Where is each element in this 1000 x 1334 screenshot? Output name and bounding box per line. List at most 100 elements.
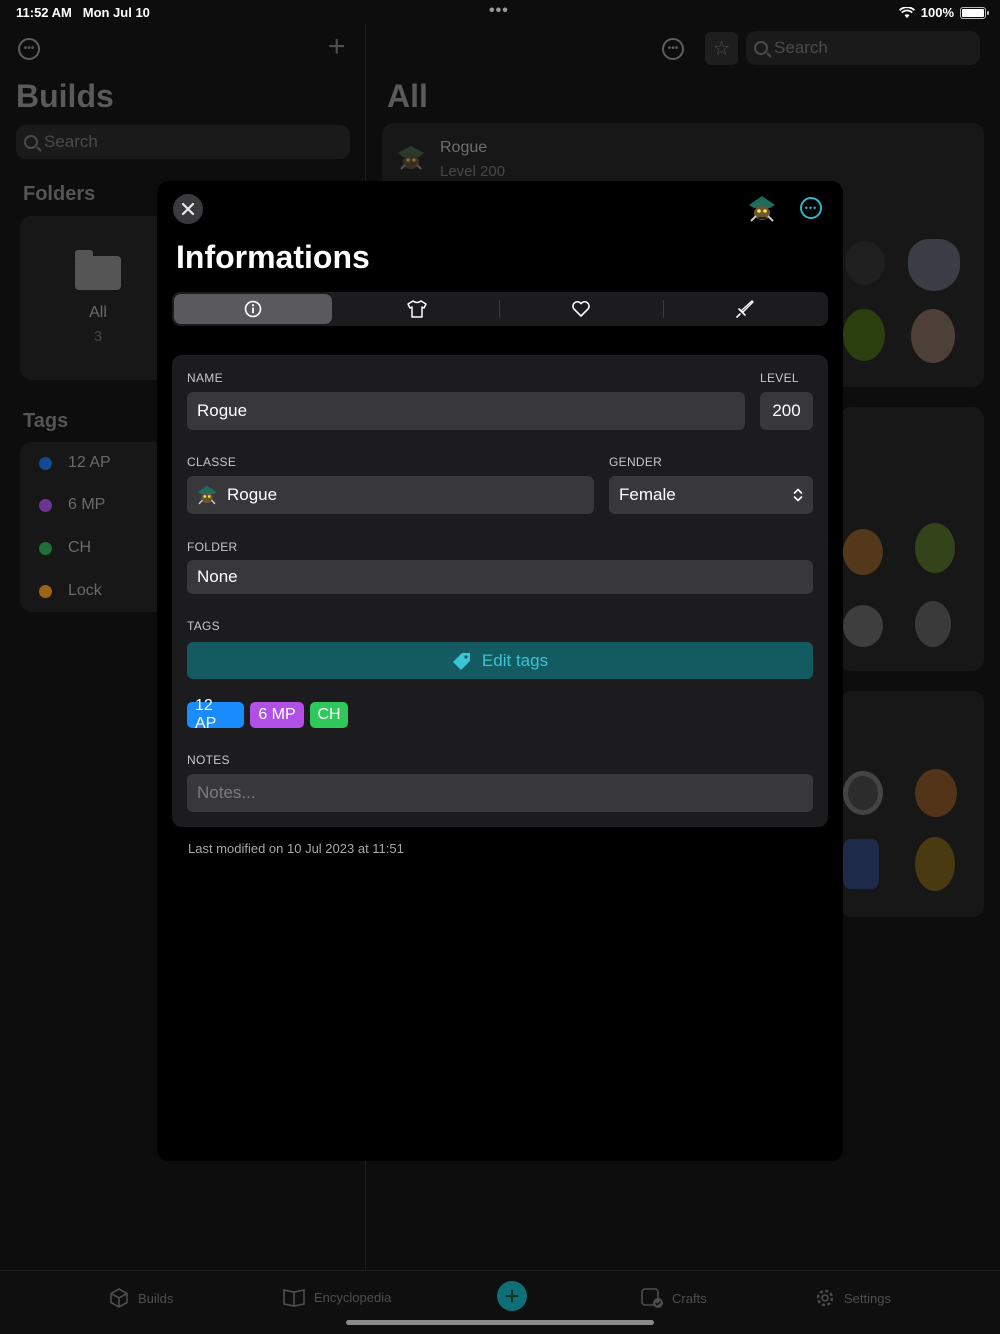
up-down-chevron-icon: [793, 488, 803, 502]
sidebar-more-icon[interactable]: •••: [18, 38, 40, 60]
item-icon: [843, 839, 879, 889]
heart-icon: [572, 301, 590, 317]
wifi-icon: [898, 6, 915, 18]
build-level: Level 200: [440, 163, 506, 180]
gender-select[interactable]: Female: [609, 476, 813, 514]
status-bar: 11:52 AM Mon Jul 10 ••• 100%: [0, 0, 1000, 24]
tag-label: 12 AP: [68, 454, 111, 471]
sheet-title: Informations: [176, 239, 370, 275]
tag-dot: [39, 584, 52, 598]
notes-placeholder: Notes...: [197, 783, 256, 802]
gender-value: Female: [619, 485, 676, 504]
tag-label: CH: [68, 539, 92, 556]
folders-title: Folders: [23, 183, 96, 205]
tab-weapons[interactable]: [666, 294, 824, 324]
item-icon: [843, 605, 883, 647]
tag-chip-ch[interactable]: CH: [310, 702, 348, 728]
new-build-button[interactable]: +: [497, 1281, 527, 1311]
level-field[interactable]: 200: [760, 392, 813, 430]
main-search-input[interactable]: Search: [746, 31, 980, 65]
sidebar-tag-12ap[interactable]: 12 AP: [20, 442, 170, 484]
tags-title: Tags: [23, 410, 69, 432]
rogue-avatar-icon[interactable]: [746, 194, 778, 224]
multitasking-dots[interactable]: •••: [489, 2, 509, 20]
sidebar-tag-lock[interactable]: Lock: [20, 570, 170, 612]
folder-value: None: [197, 567, 238, 586]
build-card[interactable]: [840, 691, 984, 917]
folder-field[interactable]: None: [187, 560, 813, 594]
tags-list: 12 AP 6 MP CH Lock: [20, 442, 170, 612]
main-title: All: [387, 78, 428, 114]
gear-icon: [816, 1289, 834, 1307]
tag-dot: [39, 456, 52, 470]
item-icon: [843, 309, 885, 361]
class-field[interactable]: Rogue: [187, 476, 594, 514]
item-icon: [915, 523, 955, 573]
close-icon: [181, 202, 195, 216]
level-value: 200: [772, 401, 801, 420]
segment-divider: [499, 300, 500, 318]
gender-label: GENDER: [609, 455, 663, 469]
status-time: 11:52 AM Mon Jul 10: [16, 5, 150, 20]
class-value: Rogue: [227, 485, 278, 504]
sidebar-search-input[interactable]: Search: [16, 125, 350, 159]
informations-sheet: ••• Informations NAME LEVEL Rogue 200 CL…: [157, 181, 843, 1161]
name-field[interactable]: Rogue: [187, 392, 745, 430]
item-icon: [843, 529, 883, 575]
level-label: LEVEL: [760, 371, 799, 385]
close-button[interactable]: [173, 194, 203, 224]
chip-label: CH: [317, 706, 341, 723]
search-icon: [754, 41, 768, 55]
edit-tags-button[interactable]: Edit tags: [187, 642, 813, 679]
last-modified: Last modified on 10 Jul 2023 at 11:51: [188, 841, 404, 856]
tag-chip-12ap[interactable]: 12 AP: [187, 697, 244, 732]
build-card[interactable]: [840, 407, 984, 671]
tag-dot: [39, 541, 52, 555]
item-icon: [911, 309, 955, 363]
tab-characteristics[interactable]: [502, 294, 660, 324]
item-icon: [908, 239, 960, 291]
chip-label: 6 MP: [258, 706, 296, 723]
favorite-star-icon[interactable]: ☆: [705, 32, 738, 65]
app-root: 11:52 AM Mon Jul 10 ••• 100% ••• + Build…: [0, 0, 1000, 1334]
folder-label: All: [89, 304, 107, 321]
status-right: 100%: [898, 5, 989, 20]
tag-label: 6 MP: [68, 496, 106, 513]
tag-chip-6mp[interactable]: 6 MP: [250, 702, 304, 728]
tag-dot: [39, 498, 52, 512]
tab-builds[interactable]: Builds: [108, 1287, 173, 1309]
build-name: Rogue: [440, 139, 488, 156]
info-form: NAME LEVEL Rogue 200 CLASSE GENDER Rogue…: [172, 355, 828, 827]
more-options-button[interactable]: •••: [800, 197, 822, 219]
folder-card-all[interactable]: All 3: [20, 216, 170, 380]
rogue-avatar-icon: [398, 146, 424, 170]
book-icon: [283, 1289, 305, 1307]
home-indicator[interactable]: [346, 1320, 654, 1325]
item-icon: [843, 771, 883, 815]
main-more-icon[interactable]: •••: [662, 38, 684, 60]
sword-icon: [736, 300, 754, 318]
item-icon: [915, 769, 957, 817]
tab-settings[interactable]: Settings: [814, 1287, 891, 1309]
add-build-icon[interactable]: +: [328, 30, 346, 64]
main-search-placeholder: Search: [774, 38, 828, 57]
sidebar-tag-6mp[interactable]: 6 MP: [20, 484, 170, 526]
battery-percent: 100%: [920, 5, 954, 20]
tab-label: Settings: [844, 1290, 891, 1306]
info-icon: [244, 300, 262, 318]
tab-label: Encyclopedia: [314, 1289, 392, 1305]
notes-field[interactable]: Notes...: [187, 774, 813, 812]
name-value: Rogue: [197, 401, 248, 420]
tab-encyclopedia[interactable]: Encyclopedia: [282, 1287, 391, 1307]
tags-label: TAGS: [187, 619, 220, 633]
crafts-icon: [641, 1288, 663, 1308]
item-icon: [915, 837, 955, 891]
folder-count: 3: [93, 328, 103, 345]
tab-info[interactable]: [174, 294, 332, 324]
tab-crafts[interactable]: Crafts: [640, 1287, 707, 1309]
chip-label: 12 AP: [195, 697, 217, 732]
folder-label: FOLDER: [187, 540, 238, 554]
sidebar-tag-ch[interactable]: CH: [20, 527, 170, 569]
folder-icon: [75, 250, 121, 290]
tab-equipment[interactable]: [338, 294, 496, 324]
